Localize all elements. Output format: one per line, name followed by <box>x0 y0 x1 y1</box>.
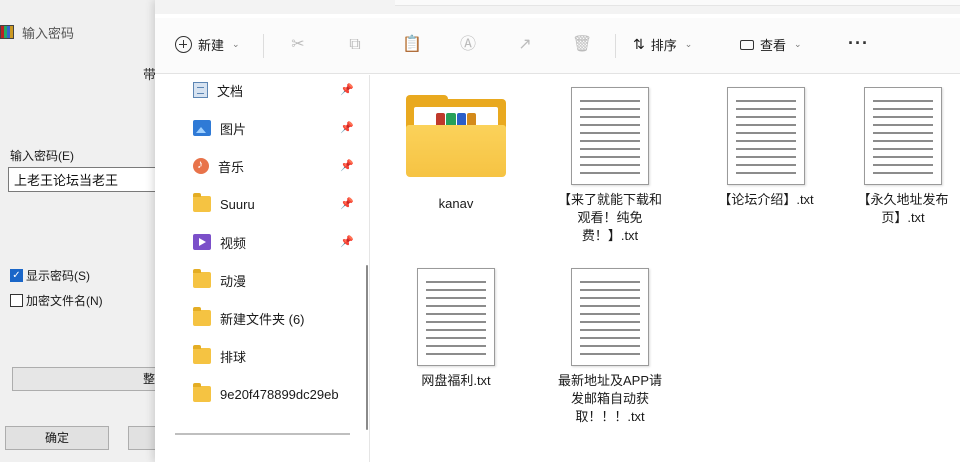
file-item-txt[interactable]: 【来了就能下载和观看！纯免费！】.txt <box>535 87 685 245</box>
text-file-icon <box>864 87 942 185</box>
dialog-title: 输入密码 <box>22 25 75 41</box>
pictures-icon <box>193 120 211 136</box>
divider <box>263 34 264 58</box>
sort-label: 排序 <box>650 38 677 53</box>
more-options-button[interactable]: ··· <box>848 33 869 54</box>
text-file-icon <box>727 87 805 185</box>
nav-item-pictures[interactable]: 图片 📌 <box>193 115 363 141</box>
pin-icon: 📌 <box>340 160 354 172</box>
nav-item-music[interactable]: 音乐 📌 <box>193 153 363 179</box>
new-label: 新建 <box>198 38 225 53</box>
sort-icon: ⇅ <box>633 36 645 52</box>
delete-icon[interactable]: 🗑 <box>572 35 592 55</box>
rename-icon[interactable]: Ⓐ <box>458 35 478 55</box>
plus-icon <box>175 36 192 53</box>
documents-icon <box>193 82 208 98</box>
encrypt-filenames-checkbox[interactable]: 加密文件名(N) <box>10 292 103 309</box>
nav-item-label: 文档 <box>217 83 244 99</box>
encrypt-filenames-label: 加密文件名(N) <box>26 294 103 308</box>
command-bar: 新建 ⌄ ✂ ⧉ 📋 Ⓐ ↗ 🗑 ⇅ 排序 ⌄ 查看 ⌄ ··· <box>155 18 960 74</box>
text-file-icon <box>571 268 649 366</box>
share-icon[interactable]: ↗ <box>515 35 535 55</box>
nav-item-label: Suuru <box>220 196 255 212</box>
view-label: 查看 <box>760 38 787 53</box>
nav-item-label: 视频 <box>220 235 247 251</box>
file-name: kanav <box>438 196 474 211</box>
folder-icon <box>406 95 506 177</box>
nav-item-documents[interactable]: 文档 📌 <box>193 77 363 103</box>
file-explorer-window: 新建 ⌄ ✂ ⧉ 📋 Ⓐ ↗ 🗑 ⇅ 排序 ⌄ 查看 ⌄ ··· 文档 📌 图片… <box>155 0 960 462</box>
nav-item-new-folder-6[interactable]: 新建文件夹 (6) <box>193 305 363 331</box>
nav-item-label: 新建文件夹 (6) <box>220 311 305 327</box>
chevron-down-icon: ⌄ <box>232 39 240 49</box>
pin-icon: 📌 <box>340 122 354 134</box>
chevron-down-icon: ⌄ <box>684 39 693 49</box>
folder-icon <box>193 383 211 402</box>
folder-icon <box>193 269 211 288</box>
nav-item-label: 9e20f478899dc29eb <box>220 386 339 402</box>
vertical-scrollbar[interactable] <box>366 265 368 430</box>
horizontal-scrollbar[interactable] <box>175 433 350 435</box>
pin-icon: 📌 <box>340 236 354 248</box>
nav-item-suuru[interactable]: Suuru 📌 <box>193 191 363 217</box>
file-item-txt[interactable]: 最新地址及APP请发邮箱自动获取！！！.txt <box>535 268 685 426</box>
sort-button[interactable]: ⇅ 排序 ⌄ <box>633 35 692 54</box>
nav-item-videos[interactable]: 视频 📌 <box>193 229 363 255</box>
navigation-pane: 文档 📌 图片 📌 音乐 📌 Suuru 📌 视频 📌 动漫 <box>155 75 370 462</box>
text-file-icon <box>571 87 649 185</box>
copy-icon[interactable]: ⧉ <box>345 35 365 55</box>
nav-item-label: 动漫 <box>220 273 247 289</box>
file-item-txt[interactable]: 【永久地址发布页】.txt <box>846 87 960 227</box>
password-dialog: 输入密码 带 输入密码(E) ✓ 显示密码(S) 加密文件名(N) 整 确定 <box>0 0 160 462</box>
cut-icon[interactable]: ✂ <box>288 35 308 55</box>
show-password-checkbox[interactable]: ✓ 显示密码(S) <box>10 267 90 284</box>
checkbox-checked-icon: ✓ <box>10 269 23 282</box>
view-button[interactable]: 查看 ⌄ <box>740 35 802 54</box>
nav-item-anime[interactable]: 动漫 <box>193 267 363 293</box>
file-name: 【永久地址发布页】.txt <box>857 192 949 225</box>
checkbox-unchecked-icon <box>10 294 23 307</box>
music-icon <box>193 157 209 174</box>
nav-item-hash-folder[interactable]: 9e20f478899dc29eb <box>193 381 363 407</box>
address-bar-edge <box>395 0 960 6</box>
nav-item-label: 音乐 <box>218 159 245 175</box>
nav-item-volleyball[interactable]: 排球 <box>193 343 363 369</box>
ok-button[interactable]: 确定 <box>5 426 109 450</box>
text-file-icon <box>417 268 495 366</box>
file-item-txt[interactable]: 网盘福利.txt <box>381 268 531 390</box>
password-label: 输入密码(E) <box>10 149 74 163</box>
file-item-kanav[interactable]: kanav <box>381 95 531 213</box>
organize-passwords-button[interactable]: 整 <box>12 367 158 391</box>
folder-icon <box>193 193 211 212</box>
title-strip <box>155 0 960 14</box>
view-icon <box>740 39 754 50</box>
file-name: 最新地址及APP请发邮箱自动获取！！！.txt <box>557 373 662 424</box>
pin-icon: 📌 <box>340 198 354 210</box>
nav-item-label: 图片 <box>220 121 247 137</box>
nav-item-label: 排球 <box>220 349 247 365</box>
file-list: kanav 【来了就能下载和观看！纯免费！】.txt 【论坛介绍】.txt 【永… <box>371 75 960 462</box>
videos-icon <box>193 234 211 250</box>
file-name: 【来了就能下载和观看！纯免费！】.txt <box>557 192 662 243</box>
folder-icon <box>193 345 211 364</box>
chevron-down-icon: ⌄ <box>794 39 802 49</box>
password-input[interactable] <box>8 167 158 192</box>
pin-icon: 📌 <box>340 84 354 96</box>
winrar-icon <box>0 25 14 39</box>
file-name: 网盘福利.txt <box>421 373 491 388</box>
folder-icon <box>193 307 211 326</box>
file-item-txt[interactable]: 【论坛介绍】.txt <box>691 87 841 209</box>
new-button[interactable]: 新建 ⌄ <box>175 35 240 54</box>
show-password-label: 显示密码(S) <box>26 269 90 283</box>
paste-icon[interactable]: 📋 <box>402 35 422 55</box>
file-name: 【论坛介绍】.txt <box>718 192 814 207</box>
divider <box>615 34 616 58</box>
dialog-titlebar: 输入密码 <box>0 18 160 46</box>
